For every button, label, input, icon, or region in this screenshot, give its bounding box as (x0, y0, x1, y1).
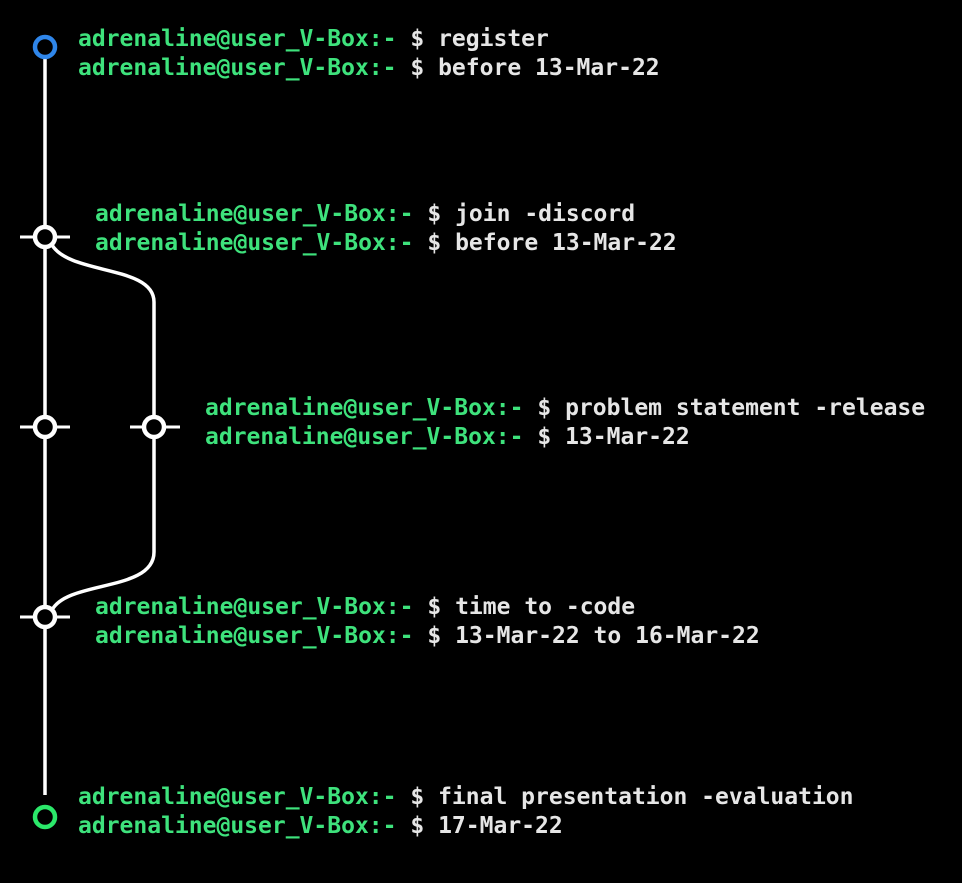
timeline-entry-code: adrenaline@user_V-Box:- $ time to -code … (95, 593, 760, 651)
date-line: adrenaline@user_V-Box:- $ 13-Mar-22 (205, 423, 925, 452)
prompt-user: adrenaline@user_V-Box (205, 395, 496, 421)
prompt-suffix: :- (385, 230, 414, 256)
command-text: register (438, 26, 549, 52)
prompt-user: adrenaline@user_V-Box (78, 26, 369, 52)
prompt-user: adrenaline@user_V-Box (95, 623, 386, 649)
prompt-suffix: :- (385, 623, 414, 649)
prompt-suffix: :- (368, 813, 397, 839)
command-text: problem statement -release (565, 395, 926, 421)
prompt-symbol: $ (537, 424, 552, 450)
prompt-suffix: :- (368, 784, 397, 810)
prompt-symbol: $ (427, 594, 442, 620)
start-node (32, 34, 58, 60)
prompt-symbol: $ (410, 784, 425, 810)
timeline-entry-join: adrenaline@user_V-Box:- $ join -discord … (95, 200, 677, 258)
date-text: before 13-Mar-22 (438, 55, 660, 81)
date-text: 13-Mar-22 (565, 424, 690, 450)
date-text: 13-Mar-22 to 16-Mar-22 (455, 623, 760, 649)
prompt-symbol: $ (410, 26, 425, 52)
prompt-user: adrenaline@user_V-Box (95, 201, 386, 227)
prompt-suffix: :- (385, 594, 414, 620)
command-text: time to -code (455, 594, 636, 620)
date-text: 17-Mar-22 (438, 813, 563, 839)
node-problem-branch (141, 414, 167, 440)
node-code (32, 604, 58, 630)
prompt-user: adrenaline@user_V-Box (78, 813, 369, 839)
timeline-entry-final-presentation: adrenaline@user_V-Box:- $ final presenta… (78, 783, 854, 841)
timeline-entry-problem-statement: adrenaline@user_V-Box:- $ problem statem… (205, 394, 925, 452)
prompt-suffix: :- (495, 424, 524, 450)
prompt-user: adrenaline@user_V-Box (78, 55, 369, 81)
prompt-suffix: :- (495, 395, 524, 421)
date-line: adrenaline@user_V-Box:- $ before 13-Mar-… (78, 54, 660, 83)
date-line: adrenaline@user_V-Box:- $ 13-Mar-22 to 1… (95, 622, 760, 651)
prompt-symbol: $ (410, 55, 425, 81)
command-text: final presentation -evaluation (438, 784, 854, 810)
prompt-symbol: $ (427, 230, 442, 256)
prompt-user: adrenaline@user_V-Box (95, 230, 386, 256)
end-node (32, 804, 58, 830)
prompt-suffix: :- (368, 26, 397, 52)
command-line: adrenaline@user_V-Box:- $ problem statem… (205, 394, 925, 423)
date-line: adrenaline@user_V-Box:- $ before 13-Mar-… (95, 229, 677, 258)
prompt-suffix: :- (385, 201, 414, 227)
command-line: adrenaline@user_V-Box:- $ final presenta… (78, 783, 854, 812)
prompt-symbol: $ (427, 201, 442, 227)
node-join (32, 224, 58, 250)
prompt-symbol: $ (410, 813, 425, 839)
command-line: adrenaline@user_V-Box:- $ register (78, 25, 660, 54)
prompt-user: adrenaline@user_V-Box (78, 784, 369, 810)
prompt-symbol: $ (427, 623, 442, 649)
command-line: adrenaline@user_V-Box:- $ join -discord (95, 200, 677, 229)
prompt-user: adrenaline@user_V-Box (95, 594, 386, 620)
prompt-user: adrenaline@user_V-Box (205, 424, 496, 450)
node-problem-main (32, 414, 58, 440)
command-line: adrenaline@user_V-Box:- $ time to -code (95, 593, 760, 622)
date-line: adrenaline@user_V-Box:- $ 17-Mar-22 (78, 812, 854, 841)
command-text: join -discord (455, 201, 636, 227)
date-text: before 13-Mar-22 (455, 230, 677, 256)
prompt-suffix: :- (368, 55, 397, 81)
prompt-symbol: $ (537, 395, 552, 421)
timeline-entry-register: adrenaline@user_V-Box:- $ register adren… (78, 25, 660, 83)
